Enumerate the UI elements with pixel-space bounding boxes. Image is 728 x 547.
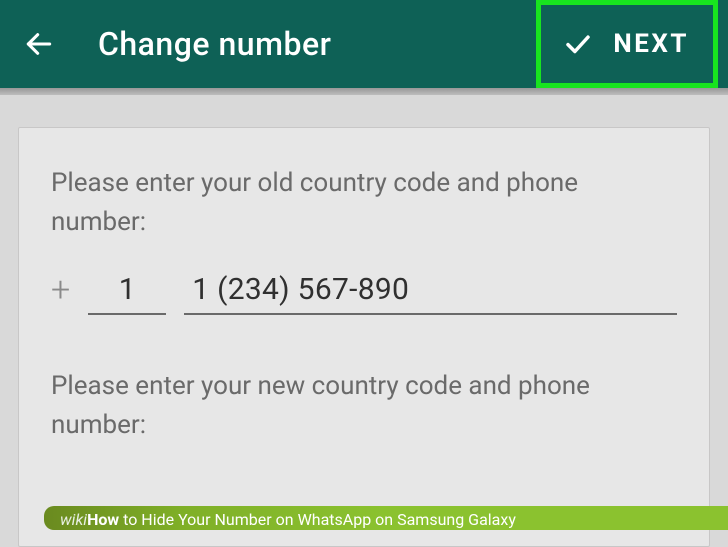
old-country-code-input[interactable]: [88, 268, 166, 315]
form-card: Please enter your old country code and p…: [18, 127, 710, 547]
app-bar: Change number NEXT: [0, 0, 728, 88]
content-area: Please enter your old country code and p…: [0, 95, 728, 547]
check-icon: [561, 27, 595, 61]
next-button[interactable]: NEXT: [536, 0, 718, 88]
old-number-row: +: [51, 268, 677, 315]
app-bar-shadow: [0, 88, 728, 95]
new-number-prompt: Please enter your new country code and p…: [51, 367, 677, 445]
old-phone-number-input[interactable]: [184, 268, 677, 315]
old-number-prompt: Please enter your old country code and p…: [51, 164, 677, 242]
page-title: Change number: [98, 25, 331, 63]
next-label: NEXT: [613, 29, 689, 59]
plus-icon: +: [51, 270, 70, 310]
back-arrow-icon[interactable]: [20, 25, 58, 63]
